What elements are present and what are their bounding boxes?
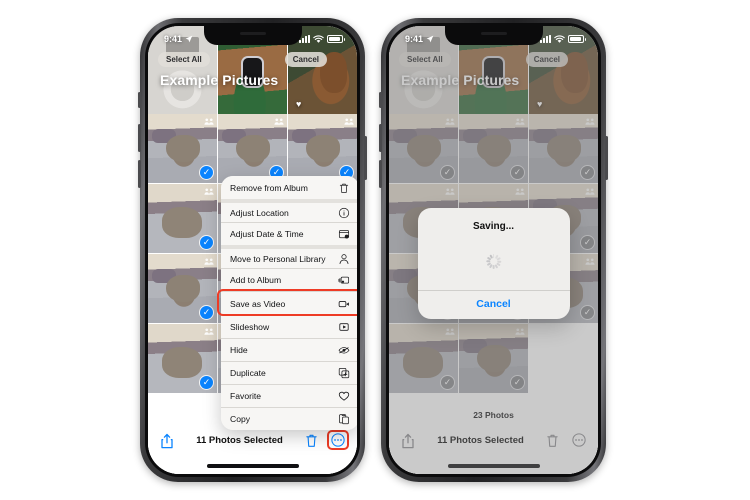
trash-icon[interactable]: [305, 433, 319, 448]
album-title: Example Pictures: [160, 72, 279, 88]
phone-bezel-left: 9:41 ♥ Select All Cancel Example Picture…: [145, 23, 360, 477]
selection-checkmark[interactable]: ✓: [200, 236, 213, 249]
menu-item-label: Duplicate: [230, 367, 266, 378]
phone-bezel-right: 9:41 ♥ Select All Cancel Example Picture…: [386, 23, 601, 477]
status-time: 9:41: [164, 34, 183, 44]
battery-icon: [568, 35, 586, 43]
menu-item-save-as-video[interactable]: Save as Video: [221, 291, 357, 315]
volume-down-button-right[interactable]: [379, 160, 382, 188]
burst-stack-icon: [344, 118, 354, 125]
screenshot-stage: 9:41 ♥ Select All Cancel Example Picture…: [0, 0, 750, 500]
home-indicator-left: [148, 457, 357, 474]
menu-item-hide[interactable]: Hide: [221, 337, 357, 361]
video-camera-icon: [338, 298, 350, 310]
alert-body: [418, 232, 570, 290]
power-button-right[interactable]: [605, 136, 608, 180]
photo-tile[interactable]: ✓: [148, 254, 217, 323]
alert-cancel-button[interactable]: Cancel: [418, 291, 570, 319]
play-box-icon: [338, 321, 350, 333]
share-icon[interactable]: [160, 433, 174, 448]
context-menu-wrapper: Remove from Album Adjust Location Adjust…: [217, 176, 357, 431]
menu-item-label: Save as Video: [230, 298, 286, 309]
duplicate-icon: [338, 367, 350, 379]
phone-right: 9:41 ♥ Select All Cancel Example Picture…: [379, 18, 608, 482]
volume-down-button[interactable]: [138, 160, 141, 188]
menu-item-adjust-date-time[interactable]: Adjust Date & Time: [221, 222, 357, 246]
selection-checkmark[interactable]: ✓: [200, 166, 213, 179]
burst-stack-icon: [204, 328, 214, 335]
menu-item-label: Hide: [230, 344, 248, 355]
burst-stack-icon: [204, 118, 214, 125]
status-time-right: 9:41: [405, 34, 424, 44]
battery-icon: [327, 35, 345, 43]
menu-item-label: Slideshow: [230, 321, 270, 332]
saving-alert-dialog: Saving... Cancel: [417, 208, 570, 319]
menu-item-label: Adjust Location: [230, 207, 289, 218]
menu-item-label: Add to Album: [230, 275, 282, 286]
menu-item-add-to-album[interactable]: Add to Album: [221, 268, 357, 292]
menu-item-label: Copy: [230, 413, 251, 424]
context-menu[interactable]: Remove from Album Adjust Location Adjust…: [221, 176, 357, 431]
menu-item-remove-from-album[interactable]: Remove from Album: [221, 176, 357, 200]
photo-tile[interactable]: ✓: [148, 324, 217, 393]
wifi-icon: [313, 34, 324, 43]
volume-up-button-right[interactable]: [379, 124, 382, 152]
album-add-icon: [338, 274, 350, 286]
person-icon: [338, 253, 350, 265]
menu-item-label: Move to Personal Library: [230, 253, 326, 264]
selection-count-label: 11 Photos Selected: [196, 434, 283, 446]
selection-checkmark[interactable]: ✓: [200, 376, 213, 389]
menu-item-favorite[interactable]: Favorite: [221, 383, 357, 407]
notch-right: [444, 26, 543, 45]
photo-tile[interactable]: ✓: [218, 114, 287, 183]
power-button[interactable]: [364, 136, 367, 180]
heart-icon: [338, 390, 350, 402]
photo-tile[interactable]: ✓: [148, 184, 217, 253]
trash-icon: [338, 182, 350, 194]
volume-up-button[interactable]: [138, 124, 141, 152]
photo-tile[interactable]: ✓: [148, 114, 217, 183]
alert-title: Saving...: [472, 221, 515, 232]
menu-item-adjust-location[interactable]: Adjust Location: [221, 199, 357, 223]
favorite-heart-icon: ♥: [296, 99, 302, 109]
phone-screen-right: 9:41 ♥ Select All Cancel Example Picture…: [389, 26, 598, 474]
location-arrow-icon: [185, 35, 193, 43]
menu-item-label: Adjust Date & Time: [230, 229, 304, 240]
menu-item-move-to-personal-library[interactable]: Move to Personal Library: [221, 245, 357, 269]
location-arrow-icon: [426, 35, 434, 43]
ellipsis-circle-icon[interactable]: [327, 430, 349, 450]
burst-stack-icon: [274, 118, 284, 125]
menu-item-duplicate[interactable]: Duplicate: [221, 360, 357, 384]
phone-screen-left: 9:41 ♥ Select All Cancel Example Picture…: [148, 26, 357, 474]
phone-left: 9:41 ♥ Select All Cancel Example Picture…: [138, 18, 367, 482]
location-info-icon: [338, 207, 350, 219]
wifi-icon: [554, 34, 565, 43]
menu-item-label: Remove from Album: [230, 182, 308, 193]
selection-checkmark[interactable]: ✓: [200, 306, 213, 319]
burst-stack-icon: [204, 258, 214, 265]
silence-switch[interactable]: [138, 92, 141, 108]
eye-slash-icon: [338, 344, 350, 356]
select-all-button[interactable]: Select All: [158, 52, 210, 67]
burst-stack-icon: [204, 188, 214, 195]
photo-tile[interactable]: ✓: [288, 114, 357, 183]
cancel-button[interactable]: Cancel: [284, 52, 327, 67]
menu-item-slideshow[interactable]: Slideshow: [221, 314, 357, 338]
calendar-clock-icon: [338, 228, 350, 240]
activity-spinner-icon: [485, 253, 501, 269]
copy-icon: [338, 413, 350, 425]
menu-item-copy[interactable]: Copy: [221, 406, 357, 431]
silence-switch-right[interactable]: [379, 92, 382, 108]
notch: [203, 26, 302, 45]
menu-item-label: Favorite: [230, 390, 262, 401]
